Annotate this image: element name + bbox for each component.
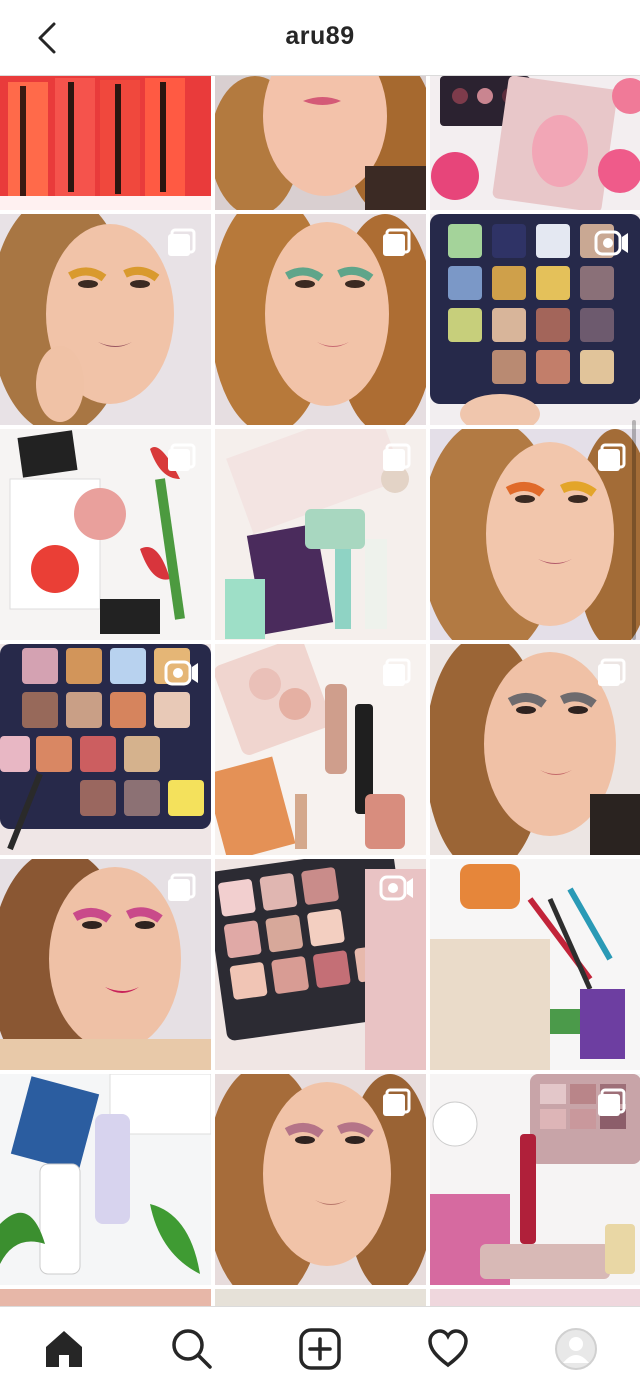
home-icon: [46, 1331, 82, 1367]
profile-username: aru89: [285, 22, 355, 50]
top-bar: aru89: [0, 0, 640, 76]
scrollbar[interactable]: [632, 420, 636, 640]
carousel-icon: [383, 658, 411, 686]
carousel-icon: [598, 443, 626, 471]
nav-profile[interactable]: [554, 1327, 598, 1371]
post-tile[interactable]: [0, 1074, 211, 1285]
carousel-icon: [598, 1088, 626, 1116]
post-image: [430, 76, 640, 210]
nav-activity[interactable]: [426, 1327, 470, 1371]
post-image: [0, 1074, 211, 1285]
carousel-icon: [383, 1088, 411, 1116]
nav-new-post[interactable]: [298, 1327, 342, 1371]
search-icon: [172, 1329, 212, 1369]
post-image: [0, 76, 211, 210]
video-icon: [379, 875, 413, 901]
video-icon: [164, 660, 198, 686]
carousel-icon: [168, 228, 196, 256]
activity-heart-icon: [428, 1329, 468, 1368]
carousel-icon: [598, 658, 626, 686]
carousel-icon: [168, 873, 196, 901]
nav-home[interactable]: [42, 1327, 86, 1371]
new-post-icon: [299, 1328, 341, 1370]
video-icon: [594, 230, 628, 256]
carousel-icon: [383, 228, 411, 256]
carousel-icon: [383, 443, 411, 471]
bottom-navigation: [0, 1306, 640, 1386]
post-image: [430, 859, 640, 1070]
post-image: [215, 76, 426, 210]
nav-search[interactable]: [170, 1327, 214, 1371]
post-tile[interactable]: [430, 859, 640, 1070]
carousel-icon: [168, 443, 196, 471]
profile-avatar: [555, 1328, 597, 1370]
